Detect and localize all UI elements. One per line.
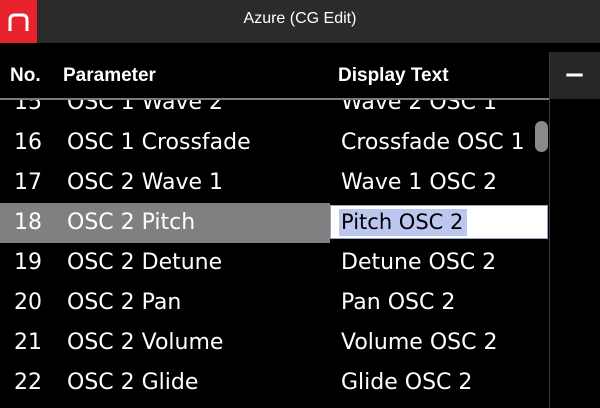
row-number: 22 [14, 370, 42, 395]
row-number: 20 [14, 290, 42, 315]
row-display-text[interactable]: Volume OSC 2 [341, 323, 497, 363]
row-parameter: OSC 1 Crossfade [67, 130, 251, 155]
row-number: 19 [14, 250, 42, 275]
row-parameter: OSC 2 Detune [67, 250, 223, 275]
row-parameter: OSC 2 Wave 1 [67, 170, 223, 195]
row-display-text[interactable]: Pan OSC 2 [341, 283, 455, 323]
table-row[interactable]: 17 OSC 2 Wave 1 Wave 1 OSC 2 [0, 163, 549, 203]
scrollbar-thumb[interactable] [535, 121, 548, 152]
column-header-parameter[interactable]: Parameter [63, 65, 156, 87]
table-row[interactable]: 16 OSC 1 Crossfade Crossfade OSC 1 [0, 123, 549, 163]
row-parameter: OSC 2 Pan [67, 290, 182, 315]
parameter-table: 15 OSC 1 Wave 2 Wave 2 OSC 1 16 OSC 1 Cr… [0, 100, 549, 408]
side-panel [549, 52, 600, 408]
title-bar: Azure (CG Edit) [0, 0, 600, 43]
row-number: 18 [14, 210, 42, 235]
table-row[interactable]: 21 OSC 2 Volume Volume OSC 2 [0, 323, 549, 363]
row-display-text[interactable]: Wave 1 OSC 2 [341, 163, 497, 203]
side-panel-divider [549, 52, 550, 408]
row-number: 16 [14, 130, 42, 155]
column-header-display-text[interactable]: Display Text [338, 65, 449, 87]
display-text-edit-field[interactable]: Pitch OSC 2 [330, 205, 548, 239]
window-title: Azure (CG Edit) [243, 10, 357, 27]
column-header-no[interactable]: No. [10, 65, 41, 87]
table-row[interactable]: 20 OSC 2 Pan Pan OSC 2 [0, 283, 549, 323]
table-row[interactable]: 15 OSC 1 Wave 2 Wave 2 OSC 1 [0, 100, 549, 123]
row-parameter: OSC 2 Volume [67, 330, 224, 355]
remove-button[interactable]: − [549, 52, 600, 99]
table-row[interactable]: 22 OSC 2 Glide Glide OSC 2 [0, 363, 549, 403]
row-number: 17 [14, 170, 42, 195]
row-number: 15 [14, 100, 42, 115]
row-display-text[interactable]: Crossfade OSC 1 [341, 123, 525, 163]
row-parameter: OSC 1 Wave 2 [67, 100, 223, 115]
row-display-text[interactable]: Detune OSC 2 [341, 243, 496, 283]
row-display-text[interactable]: Glide OSC 2 [341, 363, 472, 403]
table-row[interactable]: 19 OSC 2 Detune Detune OSC 2 [0, 243, 549, 283]
row-parameter: OSC 2 Pitch [67, 210, 196, 235]
table-row-selected[interactable]: 18 OSC 2 Pitch Pitch OSC 2 [0, 203, 549, 243]
selected-edit-text[interactable]: Pitch OSC 2 [339, 209, 468, 236]
row-number: 21 [14, 330, 42, 355]
row-parameter: OSC 2 Glide [67, 370, 199, 395]
table-header: No. Parameter Display Text [0, 43, 549, 100]
row-display-text[interactable]: Wave 2 OSC 1 [341, 100, 497, 123]
